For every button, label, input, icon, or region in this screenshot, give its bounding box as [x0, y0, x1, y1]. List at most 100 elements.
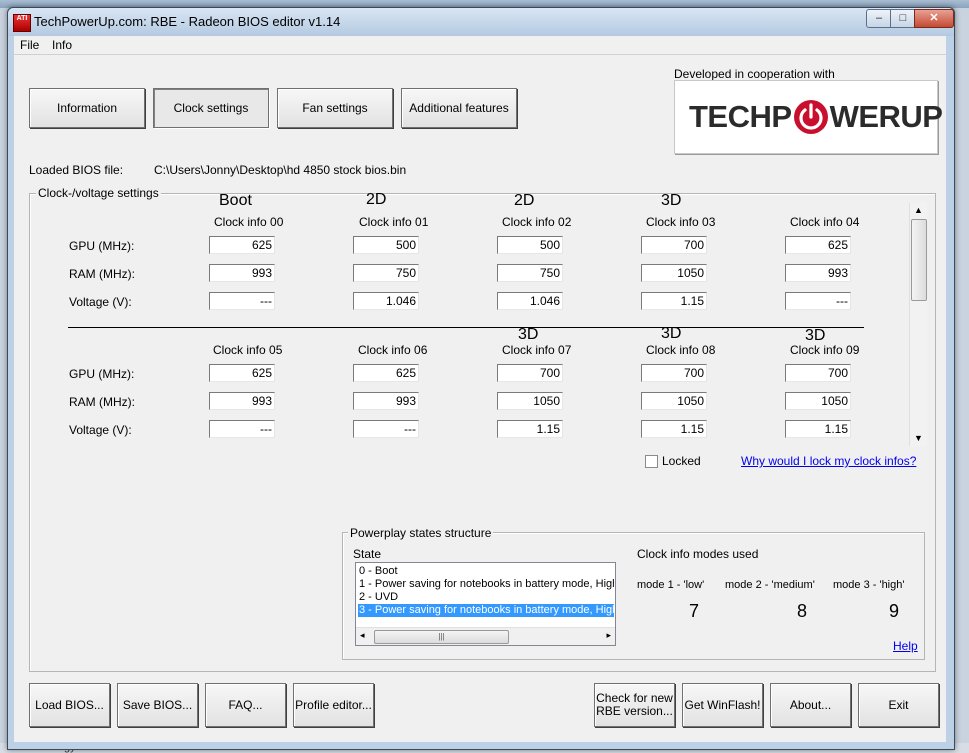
ram-clock-field[interactable]: 993 [209, 392, 275, 410]
list-item[interactable]: 2 - UVD [358, 591, 614, 604]
logo-caption: Developed in cooperation with [674, 67, 835, 81]
gpu-label: GPU (MHz): [69, 239, 135, 253]
voltage-field[interactable]: 1.15 [785, 420, 851, 438]
scroll-right-icon[interactable]: ▸ [606, 630, 611, 641]
ram-clock-field[interactable]: 750 [353, 264, 419, 282]
lock-help-link[interactable]: Why would I lock my clock infos? [741, 454, 916, 468]
gpu-clock-field[interactable]: 500 [353, 236, 419, 254]
gpu-clock-field[interactable]: 700 [641, 364, 707, 382]
gpu-clock-field[interactable]: 625 [209, 236, 275, 254]
tab-information[interactable]: Information [29, 88, 145, 128]
bios-file-label: Loaded BIOS file: [29, 163, 124, 177]
gpu-clock-field[interactable]: 700 [785, 364, 851, 382]
gpu-clock-field[interactable]: 500 [497, 236, 563, 254]
menu-file[interactable]: File [16, 38, 43, 52]
tab-additional-features[interactable]: Additional features [401, 88, 517, 128]
ram-clock-field[interactable]: 1050 [785, 392, 851, 410]
voltage-label: Voltage (V): [69, 295, 132, 309]
exit-button[interactable]: Exit [858, 683, 939, 727]
faq-button[interactable]: FAQ... [205, 683, 286, 727]
scroll-up-icon[interactable]: ▲ [910, 203, 927, 218]
clock-info-title: Clock info 02 [502, 215, 572, 229]
logo-text-left: TECHP [689, 99, 792, 134]
check-version-button[interactable]: Check for new RBE version... [594, 683, 675, 727]
window-title: TechPowerUp.com: RBE - Radeon BIOS edito… [34, 14, 341, 29]
power-icon [793, 100, 828, 134]
voltage-field[interactable]: 1.15 [497, 420, 563, 438]
title-bar[interactable]: ATI TechPowerUp.com: RBE - Radeon BIOS e… [8, 8, 954, 36]
scrollbar-thumb[interactable]: ||| [374, 630, 509, 644]
clock-info-title: Clock info 03 [646, 215, 716, 229]
gpu-clock-field[interactable]: 625 [353, 364, 419, 382]
voltage-field[interactable]: 1.046 [497, 292, 563, 310]
gpu-clock-field[interactable]: 625 [209, 364, 275, 382]
state-list-hscrollbar[interactable]: ◂ ||| ▸ [356, 627, 615, 645]
load-bios-button[interactable]: Load BIOS... [29, 683, 110, 727]
mode-value: 8 [797, 601, 808, 621]
maximize-button[interactable]: □ [890, 9, 916, 28]
scroll-left-icon[interactable]: ◂ [360, 630, 365, 641]
clock-info-title: Clock info 01 [359, 215, 429, 229]
locked-checkbox[interactable] [645, 455, 658, 468]
main-panel: Information Clock settings Fan settings … [14, 55, 946, 742]
voltage-field[interactable]: --- [209, 292, 275, 310]
about-button[interactable]: About... [770, 683, 851, 727]
locked-label: Locked [662, 454, 701, 468]
ati-app-icon: ATI [13, 14, 31, 32]
ram-clock-field[interactable]: 750 [497, 264, 563, 282]
mode-label: mode 1 - 'low' [637, 579, 705, 591]
voltage-field[interactable]: 1.15 [641, 420, 707, 438]
voltage-field[interactable]: 1.15 [641, 292, 707, 310]
scroll-down-icon[interactable]: ▼ [910, 431, 927, 446]
ram-clock-field[interactable]: 1050 [641, 392, 707, 410]
techpowerup-logo[interactable]: TECHP WERUP [674, 80, 943, 154]
voltage-field[interactable]: 1.046 [353, 292, 419, 310]
logo-text-right: WERUP [829, 99, 943, 134]
mode-label: mode 2 - 'medium' [725, 579, 815, 591]
ram-clock-field[interactable]: 1050 [497, 392, 563, 410]
modes-used-label: Clock info modes used [637, 547, 759, 561]
ram-clock-field[interactable]: 1050 [641, 264, 707, 282]
clock-heading: Boot [219, 192, 252, 209]
ram-label: RAM (MHz): [69, 267, 135, 281]
menu-bar: File Info [14, 36, 946, 55]
tab-clock-settings[interactable]: Clock settings [153, 88, 269, 128]
list-item[interactable]: 0 - Boot [358, 565, 614, 578]
menu-info[interactable]: Info [48, 38, 76, 52]
gpu-clock-field[interactable]: 700 [641, 236, 707, 254]
clock-info-title: Clock info 07 [502, 343, 572, 357]
get-winflash-button[interactable]: Get WinFlash! [682, 683, 763, 727]
gpu-clock-field[interactable]: 625 [785, 236, 851, 254]
clock-separator [68, 327, 864, 328]
mode-value: 7 [689, 601, 700, 621]
voltage-field[interactable]: --- [785, 292, 851, 310]
clock-info-title: Clock info 06 [358, 343, 428, 357]
tab-fan-settings[interactable]: Fan settings [277, 88, 393, 128]
clock-heading: 2D [514, 192, 535, 209]
bios-file-path: C:\Users\Jonny\Desktop\hd 4850 stock bio… [154, 163, 407, 177]
powerplay-state-list[interactable]: 0 - Boot 1 - Power saving for notebooks … [355, 562, 616, 646]
voltage-field[interactable]: --- [353, 420, 419, 438]
gpu-clock-field[interactable]: 700 [497, 364, 563, 382]
voltage-field[interactable]: --- [209, 420, 275, 438]
minimize-button[interactable]: – [866, 9, 892, 28]
clock-heading: 3D [661, 192, 682, 209]
clock-heading: 3D [661, 325, 682, 342]
ram-clock-field[interactable]: 993 [785, 264, 851, 282]
save-bios-button[interactable]: Save BIOS... [117, 683, 198, 727]
clock-heading: 2D [366, 191, 387, 208]
list-item[interactable]: 1 - Power saving for notebooks in batter… [358, 578, 614, 591]
state-label: State [353, 547, 382, 561]
powerplay-help-link[interactable]: Help [893, 639, 918, 653]
list-item-selected[interactable]: 3 - Power saving for notebooks in batter… [358, 604, 614, 617]
powerplay-title: Powerplay states structure [348, 526, 494, 540]
voltage-label: Voltage (V): [69, 423, 132, 437]
ram-clock-field[interactable]: 993 [209, 264, 275, 282]
mode-label: mode 3 - 'high' [833, 579, 905, 591]
clock-heading: 3D [518, 326, 539, 343]
clock-scrollbar[interactable]: ▲ ▼ [909, 203, 927, 446]
scrollbar-thumb[interactable] [911, 219, 927, 301]
ram-clock-field[interactable]: 993 [353, 392, 419, 410]
close-button[interactable]: ✕ [914, 9, 954, 28]
profile-editor-button[interactable]: Profile editor... [293, 683, 374, 727]
